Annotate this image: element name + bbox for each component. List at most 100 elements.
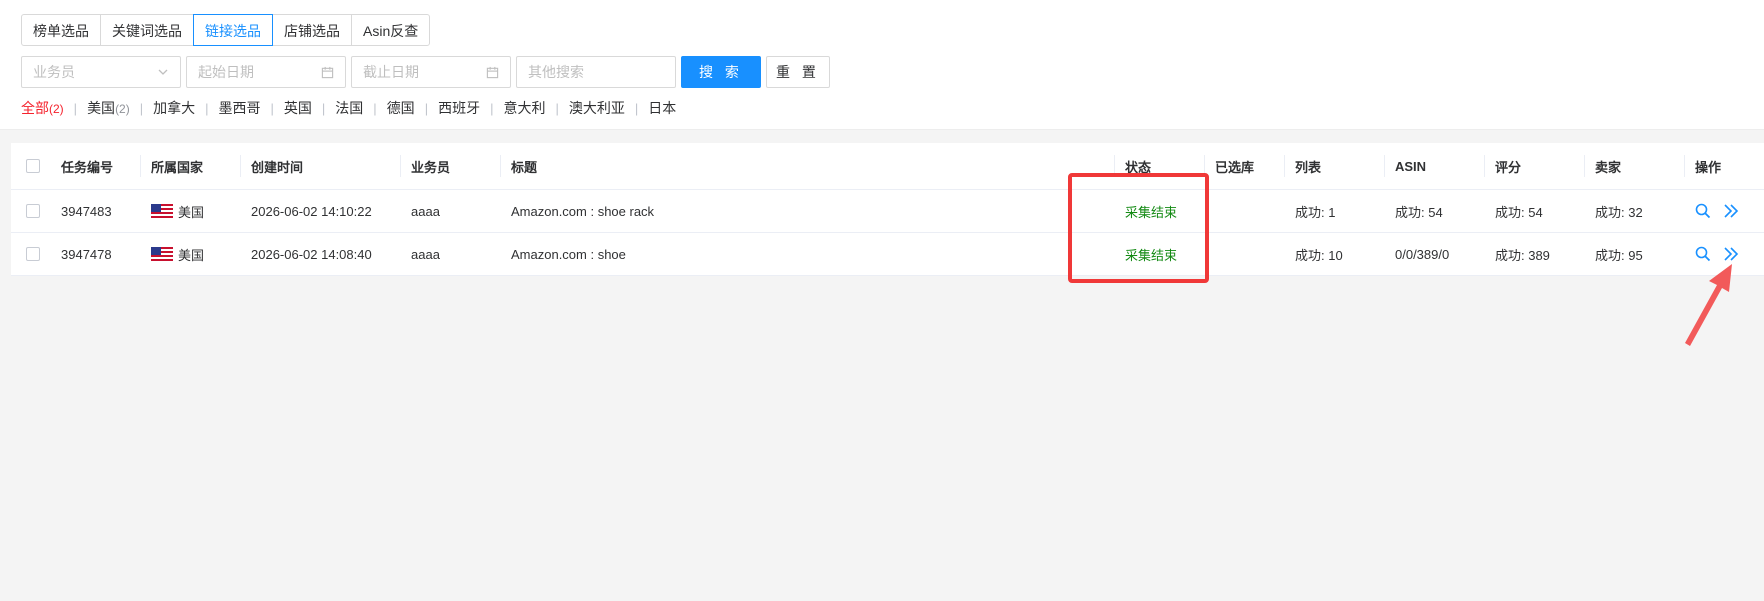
select-all-cell — [26, 143, 40, 189]
divider: | — [555, 100, 559, 116]
col-divider — [500, 155, 501, 177]
filter-bar: 业务员 起始日期 截止日期 其他搜索 搜 索 重 置 — [21, 56, 835, 88]
task-title: Amazon.com : shoe rack — [511, 203, 655, 219]
task-id: 3947478 — [61, 246, 112, 262]
annotation-arrow-icon — [1685, 264, 1732, 346]
col-divider — [1684, 155, 1685, 177]
task-table: 任务编号 所属国家 创建时间 业务员 标题 状态 已选库 列表 ASIN 评分 … — [11, 143, 1764, 276]
col-rating: 评分 — [1495, 159, 1522, 175]
seller-result: 成功: 95 — [1595, 247, 1643, 263]
calendar-icon — [321, 66, 334, 78]
country-label: 美国 — [87, 100, 116, 116]
col-divider — [1484, 155, 1485, 177]
us-flag-icon — [151, 247, 173, 261]
chevron-down-icon — [158, 69, 168, 75]
divider: | — [321, 100, 326, 116]
task-id: 3947483 — [61, 203, 112, 219]
divider: | — [205, 100, 209, 116]
col-title: 标题 — [511, 159, 538, 175]
col-seller: 卖家 — [1595, 159, 1622, 175]
divider: | — [73, 100, 78, 116]
col-list: 列表 — [1295, 159, 1322, 175]
rating-result: 成功: 389 — [1495, 247, 1550, 263]
country-label: 全部 — [21, 100, 49, 116]
col-divider — [240, 155, 241, 177]
col-selected-lib: 已选库 — [1215, 159, 1255, 175]
search-icon[interactable] — [1695, 203, 1711, 219]
col-divider — [400, 155, 401, 177]
country-ca[interactable]: 加拿大 — [153, 98, 195, 118]
country-mx[interactable]: 墨西哥 — [219, 98, 261, 118]
col-divider — [1584, 155, 1585, 177]
asin-result: 0/0/389/0 — [1395, 246, 1450, 262]
country-jp[interactable]: 日本 — [648, 98, 676, 118]
col-created: 创建时间 — [251, 159, 304, 175]
end-date-picker[interactable]: 截止日期 — [351, 56, 511, 88]
country-count: (2) — [49, 102, 64, 116]
start-date-placeholder: 起始日期 — [198, 64, 254, 80]
divider: | — [424, 100, 429, 116]
reset-button[interactable]: 重 置 — [766, 56, 830, 88]
country-name: 美国 — [178, 204, 205, 220]
col-divider — [140, 155, 141, 177]
divider: | — [270, 100, 274, 116]
tab-store[interactable]: 店铺选品 — [272, 14, 352, 46]
row-select-cell — [26, 190, 40, 232]
country-fr[interactable]: 法国 — [335, 98, 363, 118]
country-us[interactable]: 美国(2) — [87, 98, 130, 118]
country-au[interactable]: 澳大利亚 — [569, 98, 625, 118]
col-ops: 操作 — [1695, 159, 1722, 175]
search-button[interactable]: 搜 索 — [681, 56, 761, 88]
asin-result: 成功: 54 — [1395, 204, 1443, 220]
start-date-picker[interactable]: 起始日期 — [186, 56, 346, 88]
us-flag-icon — [151, 204, 173, 218]
table-header: 任务编号 所属国家 创建时间 业务员 标题 状态 已选库 列表 ASIN 评分 … — [11, 143, 1764, 190]
ops-cell — [1695, 190, 1739, 232]
select-all-checkbox[interactable] — [26, 159, 40, 173]
country-filter: 全部(2) | 美国(2) | 加拿大 | 墨西哥 | 英国 | 法国 | 德国… — [21, 98, 676, 118]
row-select-cell — [26, 233, 40, 275]
country-name: 美国 — [178, 247, 205, 263]
country-all[interactable]: 全部(2) — [21, 98, 64, 118]
other-search-input[interactable]: 其他搜索 — [516, 56, 676, 88]
double-chevron-right-icon[interactable] — [1723, 203, 1739, 219]
salesperson: aaaa — [411, 246, 440, 262]
country-de[interactable]: 德国 — [387, 98, 415, 118]
col-divider — [1384, 155, 1385, 177]
status-highlight-box — [1068, 173, 1209, 283]
tab-keyword[interactable]: 关键词选品 — [100, 14, 194, 46]
country-cell: 美国 — [151, 233, 204, 275]
salesperson: aaaa — [411, 203, 440, 219]
country-cell: 美国 — [151, 190, 204, 232]
rating-result: 成功: 54 — [1495, 204, 1543, 220]
salesperson-placeholder: 业务员 — [33, 64, 75, 80]
table-row: 3947478 美国 2026-06-02 14:08:40 aaaa Amaz… — [11, 233, 1764, 276]
created-time: 2026-06-02 14:10:22 — [251, 203, 372, 219]
task-title: Amazon.com : shoe — [511, 246, 626, 262]
col-asin: ASIN — [1395, 158, 1427, 174]
country-uk[interactable]: 英国 — [284, 98, 312, 118]
divider: | — [490, 100, 494, 116]
col-country: 所属国家 — [151, 159, 204, 175]
col-divider — [1284, 155, 1285, 177]
row-checkbox[interactable] — [26, 204, 40, 218]
salesperson-select[interactable]: 业务员 — [21, 56, 181, 88]
row-checkbox[interactable] — [26, 247, 40, 261]
divider: | — [139, 100, 144, 116]
tab-asin-lookup[interactable]: Asin反查 — [351, 14, 431, 46]
divider: | — [634, 100, 639, 116]
divider: | — [373, 100, 377, 116]
table-row: 3947483 美国 2026-06-02 14:10:22 aaaa Amaz… — [11, 190, 1764, 233]
tab-link[interactable]: 链接选品 — [193, 14, 273, 46]
calendar-icon — [486, 66, 499, 78]
selection-tabs: 榜单选品 关键词选品 链接选品 店铺选品 Asin反查 — [21, 14, 431, 46]
end-date-placeholder: 截止日期 — [363, 64, 419, 80]
country-it[interactable]: 意大利 — [503, 98, 545, 118]
tab-ranking[interactable]: 榜单选品 — [21, 14, 101, 46]
created-time: 2026-06-02 14:08:40 — [251, 246, 372, 262]
country-count: (2) — [115, 102, 130, 116]
other-search-placeholder: 其他搜索 — [528, 64, 584, 80]
country-es[interactable]: 西班牙 — [438, 98, 480, 118]
list-result: 成功: 1 — [1295, 204, 1336, 220]
col-task-id: 任务编号 — [61, 159, 114, 175]
